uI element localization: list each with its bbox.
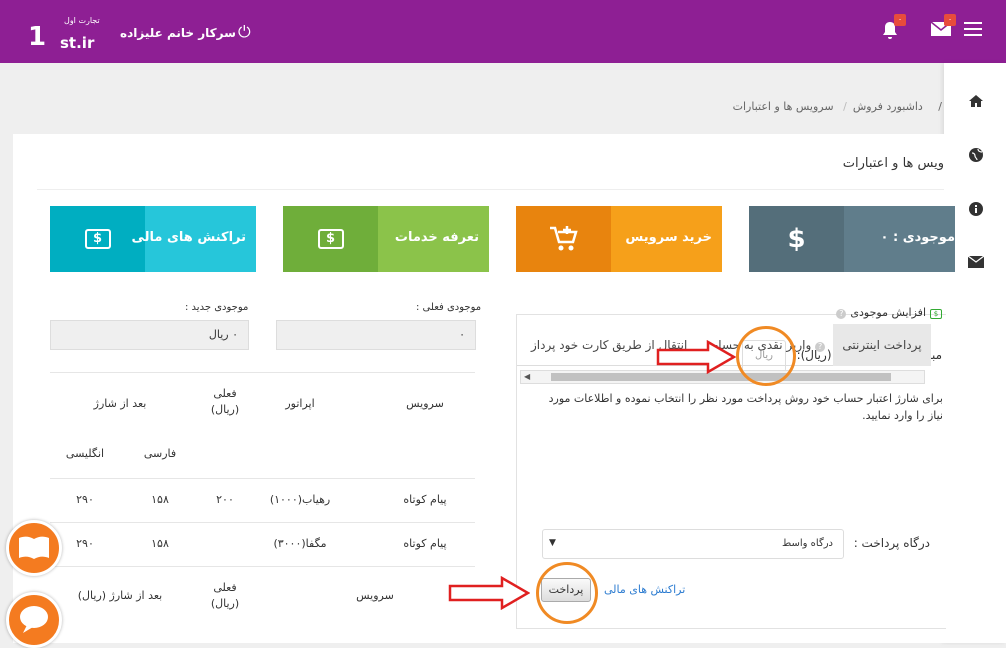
title-divider [37, 189, 944, 190]
right-sidebar [944, 63, 1006, 643]
home-icon[interactable] [966, 93, 986, 113]
col-current: فعلی [213, 387, 237, 400]
tile-balance[interactable]: $ موجودی : ۰ [749, 206, 955, 272]
col-current-unit: (ریال) [210, 403, 240, 416]
money-icon: $ [283, 206, 378, 272]
scroll-thumb[interactable] [551, 373, 891, 381]
arrow-annotation-icon [656, 340, 736, 374]
tile-balance-label: موجودی : ۰ [880, 230, 956, 245]
row-fa: ۱۵۸ [151, 537, 169, 550]
table-row: پیام کوتاه مگفا(۳۰۰۰) ۱۵۸ ۲۹۰ [50, 522, 475, 566]
new-balance-field: ۰ ریال [50, 320, 249, 350]
arrow-annotation-icon [448, 576, 530, 610]
tile-transactions[interactable]: $ تراکنش های مالی [50, 206, 256, 272]
page-title: ویس ها و اعتبارات [842, 156, 944, 171]
foot-current: فعلی [213, 581, 237, 594]
increase-heading: $ افزایش موجودی? [836, 306, 942, 319]
menu-icon[interactable] [964, 22, 982, 36]
main-panel: ویس ها و اعتبارات $ موجودی : ۰ خرید سروی… [13, 134, 955, 643]
highlight-circle [536, 562, 598, 624]
gateway-select-value: درگاه واسط [782, 538, 833, 549]
tile-buy-service-label: خرید سرویس [625, 230, 712, 245]
row-current: ۲۰۰ [216, 493, 234, 506]
info-icon[interactable] [966, 201, 986, 221]
globe-icon[interactable] [966, 147, 986, 167]
breadcrumb: / داشبورد فروش/ سرویس ها و اعتبارات [732, 100, 942, 113]
col-english: انگلیسی [65, 447, 105, 460]
row-operator: مگفا(۳۰۰۰) [273, 537, 327, 550]
transactions-link[interactable]: تراکنش های مالی [604, 583, 685, 596]
foot-service: سرویس [356, 589, 394, 602]
table-row: پیام کوتاه رهیاب(۱۰۰۰) ۲۰۰ ۱۵۸ ۲۹۰ [50, 478, 475, 522]
site-logo[interactable]: 1 تجارت اول st.ir [26, 8, 102, 56]
tile-buy-service[interactable]: خرید سرویس [516, 206, 722, 272]
current-balance-label: موجودی فعلی : [416, 302, 482, 313]
col-operator: اپراتور [285, 397, 315, 410]
table-header: سرویس اپراتور فعلی (ریال) بعد از شارژ فا… [50, 372, 475, 478]
logo-number: 1 [28, 22, 47, 52]
chat-icon[interactable] [6, 592, 62, 648]
tile-tariffs-label: تعرفه خدمات [394, 230, 479, 245]
chevron-down-icon: ▼ [549, 538, 556, 548]
username[interactable]: سرکار خانم علیزاده [120, 26, 236, 40]
logo-domain: st.ir [60, 34, 95, 52]
top-bar: 1 تجارت اول st.ir سرکار خانم علیزاده ⏻ ۰… [0, 0, 1006, 63]
power-icon[interactable]: ⏻ [238, 22, 251, 42]
cart-plus-icon [516, 206, 611, 272]
notification-badge: ۰ [894, 14, 906, 26]
gateway-select[interactable]: درگاه واسط ▼ [542, 529, 844, 559]
foot-after: بعد از شارژ (ریال) [77, 589, 163, 602]
tile-tariffs[interactable]: $ تعرفه خدمات [283, 206, 489, 272]
logo-tagline: تجارت اول [64, 16, 100, 25]
gateway-label: درگاه پرداخت : [853, 536, 930, 550]
col-after-charge: بعد از شارژ [93, 397, 147, 410]
col-persian: فارسی [143, 447, 177, 460]
row-service: پیام کوتاه [403, 493, 447, 506]
highlight-circle [736, 326, 796, 386]
row-service: پیام کوتاه [403, 537, 447, 550]
payment-description: برای شارژ اعتبار حساب خود روش پرداخت مور… [548, 392, 943, 422]
current-balance-field: ۰ [276, 320, 476, 350]
help-icon[interactable]: ? [815, 342, 826, 352]
money-icon: $ [930, 309, 942, 319]
row-fa: ۱۵۸ [151, 493, 169, 506]
mail-icon[interactable] [966, 255, 986, 273]
foot-current-unit: (ریال) [210, 597, 240, 610]
book-icon[interactable] [6, 520, 62, 576]
increase-heading-text: افزایش موجودی [850, 306, 926, 319]
row-operator: رهیاب(۱۰۰۰) [269, 493, 331, 506]
breadcrumb-root[interactable]: / [938, 100, 942, 113]
new-balance-label: موجودی جدید : [185, 302, 249, 313]
breadcrumb-current: سرویس ها و اعتبارات [732, 100, 834, 113]
row-en: ۲۹۰ [76, 493, 94, 506]
col-service: سرویس [406, 397, 444, 410]
mail-badge: ۰ [944, 14, 956, 26]
dollar-icon: $ [749, 206, 844, 272]
table-footer: سرویس فعلی (ریال) بعد از شارژ (ریال) [50, 566, 475, 626]
tile-transactions-label: تراکنش های مالی [131, 230, 247, 245]
breadcrumb-dashboard[interactable]: داشبورد فروش [853, 100, 923, 113]
tab-online-payment[interactable]: پرداخت اینترنتی [833, 324, 931, 366]
help-icon[interactable]: ? [836, 309, 847, 319]
scroll-left-icon[interactable]: ◀ [524, 371, 530, 383]
